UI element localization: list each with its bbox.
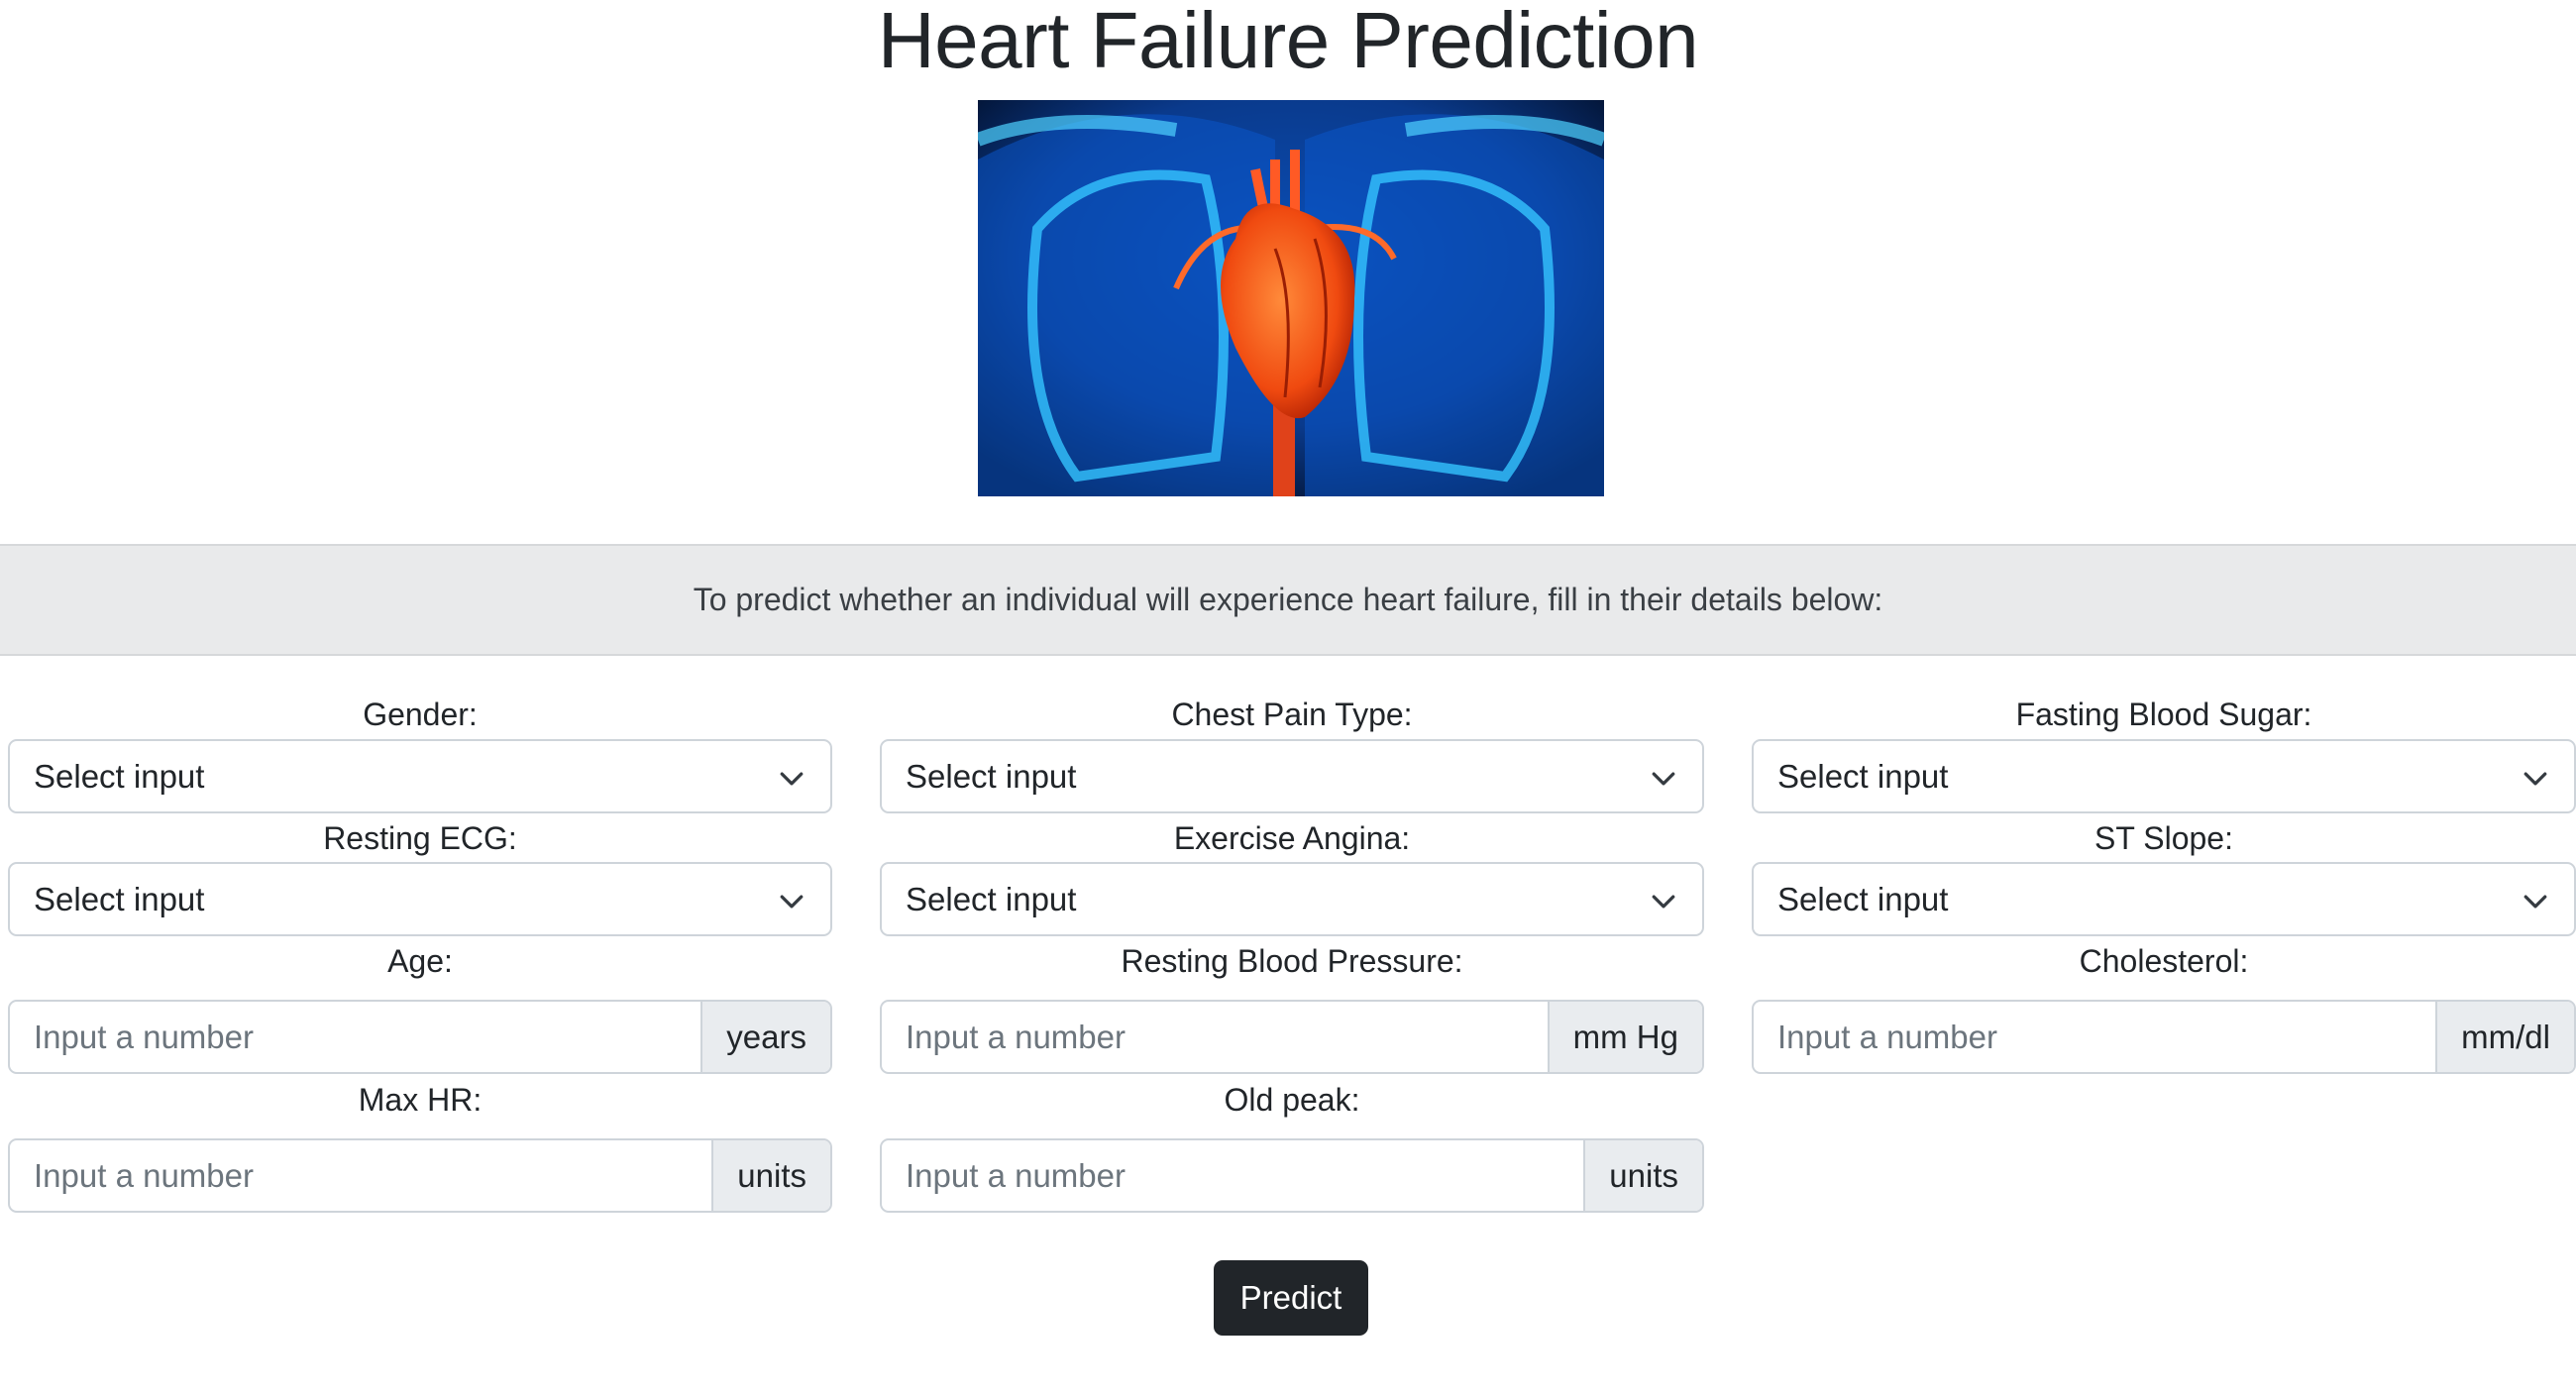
resting-bp-input-group: Input a number mm Hg bbox=[880, 1000, 1704, 1074]
max-hr-unit: units bbox=[711, 1140, 830, 1211]
gender-label: Gender: bbox=[363, 697, 478, 732]
chevron-down-icon bbox=[1652, 772, 1675, 786]
predict-button[interactable]: Predict bbox=[1214, 1260, 1368, 1336]
exercise-angina-select[interactable]: Select input bbox=[880, 862, 1704, 936]
exercise-angina-select-value: Select input bbox=[906, 880, 1077, 917]
chevron-down-icon bbox=[1652, 895, 1675, 909]
old-peak-label: Old peak: bbox=[1224, 1082, 1360, 1118]
age-input-group: Input a number years bbox=[8, 1000, 832, 1074]
old-peak-input[interactable]: Input a number bbox=[882, 1140, 1583, 1211]
max-hr-input[interactable]: Input a number bbox=[10, 1140, 711, 1211]
age-label: Age: bbox=[387, 943, 453, 979]
cholesterol-label: Cholesterol: bbox=[2079, 943, 2249, 979]
cholesterol-unit: mm/dl bbox=[2435, 1002, 2574, 1072]
page-title: Heart Failure Prediction bbox=[877, 0, 1699, 84]
st-slope-label: ST Slope: bbox=[2094, 820, 2233, 856]
chevron-down-icon bbox=[780, 895, 804, 909]
old-peak-unit: units bbox=[1583, 1140, 1702, 1211]
max-hr-label: Max HR: bbox=[358, 1082, 483, 1118]
chevron-down-icon bbox=[2523, 895, 2547, 909]
chevron-down-icon bbox=[2523, 772, 2547, 786]
instructions-banner: To predict whether an individual will ex… bbox=[0, 544, 2576, 656]
old-peak-input-group: Input a number units bbox=[880, 1138, 1704, 1213]
resting-ecg-label: Resting ECG: bbox=[323, 820, 517, 856]
resting-bp-label: Resting Blood Pressure: bbox=[1121, 943, 1463, 979]
age-unit: years bbox=[700, 1002, 830, 1072]
chest-pain-type-select[interactable]: Select input bbox=[880, 739, 1704, 813]
gender-select-value: Select input bbox=[34, 757, 205, 795]
age-input[interactable]: Input a number bbox=[10, 1002, 700, 1072]
resting-bp-unit: mm Hg bbox=[1547, 1002, 1702, 1072]
st-slope-select-value: Select input bbox=[1777, 880, 1949, 917]
st-slope-select[interactable]: Select input bbox=[1752, 862, 2576, 936]
resting-bp-input[interactable]: Input a number bbox=[882, 1002, 1548, 1072]
resting-ecg-select[interactable]: Select input bbox=[8, 862, 832, 936]
cholesterol-input-group: Input a number mm/dl bbox=[1752, 1000, 2576, 1074]
cholesterol-input[interactable]: Input a number bbox=[1754, 1002, 2435, 1072]
max-hr-input-group: Input a number units bbox=[8, 1138, 832, 1213]
exercise-angina-label: Exercise Angina: bbox=[1173, 820, 1411, 856]
chevron-down-icon bbox=[780, 772, 804, 786]
fasting-blood-sugar-label: Fasting Blood Sugar: bbox=[2015, 697, 2312, 732]
fasting-blood-sugar-select-value: Select input bbox=[1777, 757, 1949, 795]
resting-ecg-select-value: Select input bbox=[34, 880, 205, 917]
fasting-blood-sugar-select[interactable]: Select input bbox=[1752, 739, 2576, 813]
hero-image bbox=[978, 100, 1604, 496]
gender-select[interactable]: Select input bbox=[8, 739, 832, 813]
chest-pain-type-select-value: Select input bbox=[906, 757, 1077, 795]
chest-pain-type-label: Chest Pain Type: bbox=[1171, 697, 1413, 732]
